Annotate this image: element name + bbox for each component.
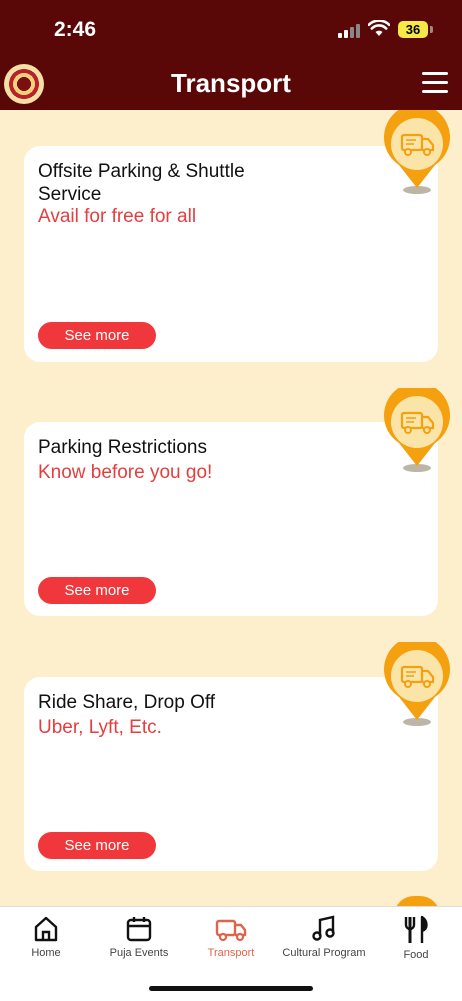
card-title: Ride Share, Drop Off: [38, 692, 216, 713]
home-indicator: [149, 986, 313, 991]
hamburger-menu-icon[interactable]: [422, 72, 448, 94]
fork-knife-icon: [404, 915, 428, 943]
card-subtitle: Uber, Lyft, Etc.: [38, 717, 162, 738]
tab-transport[interactable]: Transport: [196, 907, 266, 959]
tab-label: Puja Events: [109, 947, 169, 959]
tab-food[interactable]: Food: [388, 907, 444, 961]
status-bar: 2:46 36: [0, 0, 462, 58]
page-title: Transport: [171, 68, 291, 98]
tab-cultural-program[interactable]: Cultural Program: [276, 907, 372, 959]
truck-pin-icon: [384, 642, 450, 726]
card-title: Parking Restrictions: [38, 437, 207, 458]
card-parking-restrictions[interactable]: Parking Restrictions Know before you go!…: [24, 422, 438, 616]
music-note-icon: [312, 915, 335, 941]
tab-label: Cultural Program: [282, 947, 366, 959]
see-more-button[interactable]: See more: [38, 832, 156, 859]
truck-pin-icon: [384, 110, 450, 194]
home-icon: [34, 916, 58, 942]
status-time: 2:46: [54, 18, 97, 41]
wifi-icon: [368, 20, 390, 36]
app-header: Transport: [0, 58, 462, 110]
tab-puja-events[interactable]: Puja Events: [98, 907, 180, 959]
tab-home[interactable]: Home: [10, 907, 82, 959]
truck-pin-icon: [384, 388, 450, 472]
truck-icon: [215, 919, 247, 942]
calendar-icon: [126, 917, 152, 942]
tab-label: Home: [31, 947, 61, 959]
card-subtitle: Know before you go!: [38, 462, 213, 483]
signal-icon: [338, 24, 360, 38]
see-more-button[interactable]: See more: [38, 577, 156, 604]
battery-indicator: 36: [398, 21, 428, 38]
card-subtitle: Avail for free for all: [38, 206, 197, 227]
see-more-button[interactable]: See more: [38, 322, 156, 349]
tab-label: Transport: [207, 947, 255, 959]
card-title: Offsite Parking & Shuttle Service: [38, 161, 245, 205]
card-offsite-parking[interactable]: Offsite Parking & Shuttle Service Avail …: [24, 146, 438, 362]
battery-tip: [430, 26, 433, 33]
card-ride-share[interactable]: Ride Share, Drop Off Uber, Lyft, Etc. Se…: [24, 677, 438, 871]
tab-label: Food: [403, 949, 429, 961]
